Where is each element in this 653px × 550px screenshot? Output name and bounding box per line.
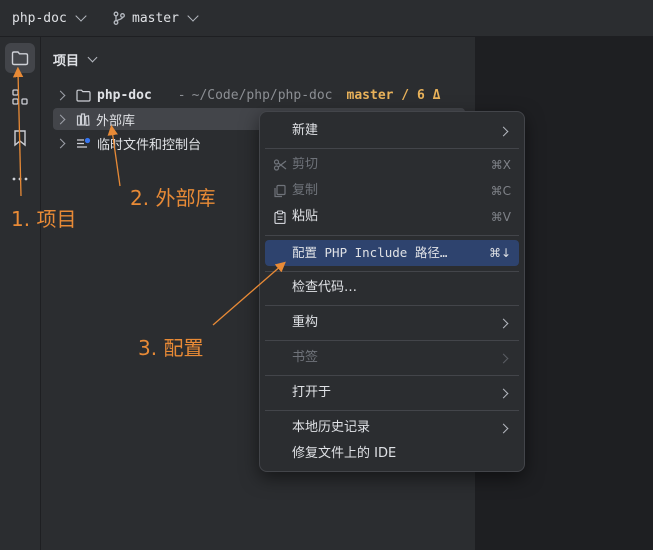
structure-icon <box>12 89 28 105</box>
menu-separator <box>265 148 519 149</box>
menu-item-configure-include-path[interactable]: 配置 PHP Include 路径… ⌘↓ <box>265 240 519 266</box>
chevron-down-icon <box>75 10 87 22</box>
tree-item-project-root[interactable]: php-doc - ~/Code/php/php-doc master / 6 … <box>53 84 440 106</box>
git-branch-icon <box>113 11 125 25</box>
menu-item-open-in[interactable]: 打开于 <box>265 380 519 406</box>
panel-title-dropdown[interactable]: 项目 <box>53 50 98 69</box>
menu-separator <box>265 305 519 306</box>
project-root-name: php-doc <box>97 87 152 103</box>
project-name: php-doc <box>12 10 67 26</box>
bookmarks-tool-button[interactable] <box>5 123 35 153</box>
menu-item-inspect-code[interactable]: 检查代码… <box>265 275 519 301</box>
annotation-step-2: 2. 外部库 <box>130 186 216 210</box>
folder-icon <box>76 89 91 102</box>
scratches-icon <box>77 137 91 148</box>
project-tool-button[interactable] <box>5 43 35 73</box>
chevron-right-icon <box>55 138 66 148</box>
shortcut-configure-include: ⌘↓ <box>488 246 511 260</box>
chevron-right-icon <box>498 318 509 329</box>
menu-item-new[interactable]: 新建 <box>265 118 519 144</box>
more-icon <box>12 177 28 181</box>
title-bar: php-doc master <box>0 0 653 37</box>
structure-tool-button[interactable] <box>5 82 35 112</box>
chevron-down-icon <box>187 10 199 22</box>
annotation-step-3: 3. 配置 <box>138 336 204 360</box>
menu-separator <box>265 340 519 341</box>
chevron-right-icon <box>55 114 66 124</box>
menu-item-copy[interactable]: 复制 ⌘C <box>265 178 519 204</box>
clipboard-icon <box>274 210 286 224</box>
scratches-label: 临时文件和控制台 <box>97 137 202 153</box>
menu-separator <box>265 235 519 236</box>
menu-item-repair-ide[interactable]: 修复文件上的 IDE <box>265 441 519 467</box>
copy-icon <box>274 184 286 198</box>
menu-separator <box>265 375 519 376</box>
project-root-path: ~/Code/php/php-doc <box>191 87 333 103</box>
external-libraries-label: 外部库 <box>96 113 136 129</box>
shortcut-cut: ⌘X <box>490 158 511 172</box>
chevron-right-icon <box>498 388 509 399</box>
shortcut-paste: ⌘V <box>490 210 511 224</box>
menu-item-cut[interactable]: 剪切 ⌘X <box>265 152 519 178</box>
folder-icon <box>11 51 29 66</box>
context-menu: 新建 剪切 ⌘X 复制 ⌘C 粘贴 ⌘V 配置 PHP Include 路径… … <box>259 111 525 472</box>
shortcut-copy: ⌘C <box>490 184 511 198</box>
menu-item-bookmarks[interactable]: 书签 <box>265 345 519 371</box>
menu-item-local-history[interactable]: 本地历史记录 <box>265 415 519 441</box>
project-switcher[interactable]: php-doc <box>12 0 87 36</box>
panel-title: 项目 <box>53 54 80 69</box>
chevron-right-icon <box>498 126 509 137</box>
scissors-icon <box>273 159 287 171</box>
menu-separator <box>265 410 519 411</box>
annotation-step-1: 1. 项目 <box>11 207 77 231</box>
menu-item-paste[interactable]: 粘贴 ⌘V <box>265 204 519 230</box>
tree-item-scratches[interactable]: 临时文件和控制台 <box>53 132 201 154</box>
library-icon <box>76 112 90 126</box>
chevron-right-icon <box>498 423 509 434</box>
more-tools-button[interactable] <box>5 164 35 194</box>
branch-name: master <box>132 10 179 26</box>
project-root-branch-info: master / 6 Δ <box>346 87 441 103</box>
menu-separator <box>265 271 519 272</box>
chevron-right-icon <box>498 353 509 364</box>
chevron-down-icon <box>87 52 98 63</box>
menu-item-refactor[interactable]: 重构 <box>265 310 519 336</box>
chevron-right-icon <box>55 90 66 100</box>
tool-window-strip <box>0 37 41 550</box>
branch-switcher[interactable]: master <box>112 0 199 36</box>
bookmark-icon <box>14 130 26 147</box>
